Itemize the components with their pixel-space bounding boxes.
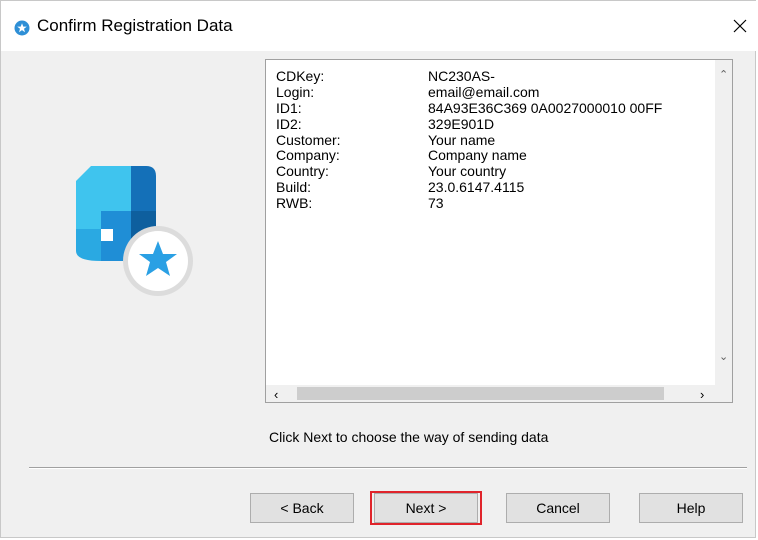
row-key: ID2: (276, 115, 302, 132)
data-row: ID2: 329E901D (276, 115, 706, 133)
row-value: 329E901D (428, 115, 495, 132)
row-key: ID1: (276, 99, 302, 116)
registration-data-textbox[interactable]: CDKey: NC230AS- Login: email@email.com ID1… (265, 59, 733, 403)
row-value: Company name (428, 147, 527, 164)
help-button[interactable]: Help (639, 493, 743, 523)
registration-data-list: CDKey: NC230AS- Login: email@email.com ID1… (276, 69, 706, 269)
scroll-up-icon[interactable]: ⌃ (719, 68, 728, 81)
row-value: 84A93E36C369 0A0027000010 00FF (428, 99, 663, 116)
row-value: Your country (428, 163, 507, 180)
row-value: 23.0.6147.4115 (428, 179, 525, 196)
row-key: Build: (276, 179, 312, 196)
row-key: Login: (276, 83, 315, 100)
scroll-right-icon[interactable]: › (700, 387, 704, 402)
data-row: CDKey: NC230AS- (276, 69, 706, 85)
data-row: Company: Company name (276, 148, 706, 164)
row-key: RWB: (276, 195, 313, 212)
back-button[interactable]: < Back (250, 493, 354, 523)
data-row: Login: email@email.com (276, 83, 706, 101)
data-row: Country: Your country (276, 163, 706, 180)
row-value: 73 (428, 195, 444, 212)
dialog-title: Confirm Registration Data (37, 16, 233, 35)
scroll-down-icon[interactable]: ⌄ (719, 350, 728, 363)
row-key: Customer: (276, 131, 341, 148)
instruction-text: Click Next to choose the way of sending … (269, 429, 549, 445)
title-bar: Confirm Registration Data (1, 1, 757, 51)
registration-dialog: Confirm Registration Data CDKey: NC230AS-… (0, 0, 757, 538)
next-button[interactable]: Next > (374, 493, 478, 523)
horizontal-scrollbar[interactable]: ‹ › (266, 385, 716, 402)
cancel-button[interactable]: Cancel (506, 493, 610, 523)
star-badge-icon (14, 20, 30, 36)
row-value: Your name (428, 131, 496, 148)
row-key: Company: (276, 147, 340, 164)
row-key: Country: (276, 163, 329, 180)
scrollbar-corner (715, 385, 732, 402)
app-logo-star-icon (76, 166, 193, 296)
horizontal-scroll-thumb[interactable] (297, 387, 664, 400)
data-row: Build: 23.0.6147.4115 (276, 179, 706, 196)
close-icon[interactable] (723, 9, 757, 43)
vertical-scrollbar[interactable]: ⌃ ⌄ (715, 60, 732, 385)
row-key: CDKey: (276, 69, 325, 84)
row-value: email@email.com (428, 83, 540, 100)
data-row: ID1: 84A93E36C369 0A0027000010 00FF (276, 99, 706, 117)
separator (29, 467, 747, 469)
row-value: NC230AS- (428, 69, 495, 84)
data-row: RWB: 73 (276, 195, 706, 212)
scroll-left-icon[interactable]: ‹ (274, 387, 278, 402)
data-row: Customer: Your name (276, 131, 706, 149)
